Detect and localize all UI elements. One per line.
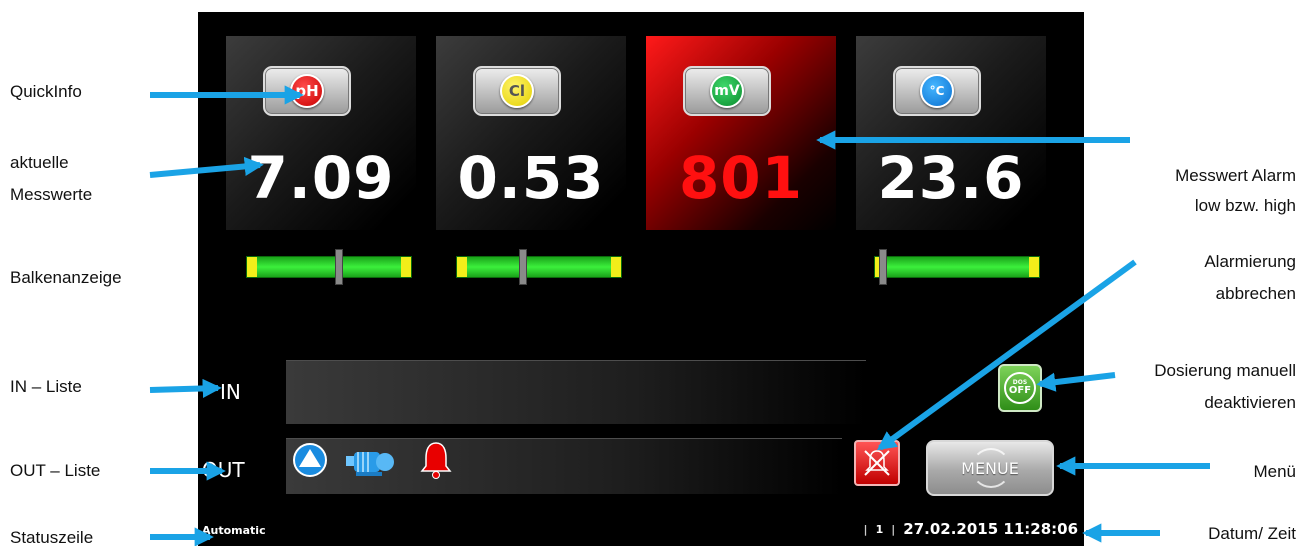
- alarm-cancel-icon: [864, 450, 890, 476]
- annotation-alarm-2: low bzw. high: [1194, 196, 1296, 215]
- bar-cl: [456, 249, 622, 285]
- bar-ph: [246, 249, 412, 285]
- annotation-dosierung-2: deaktivieren: [1204, 393, 1296, 412]
- annotation-statuszeile: Statuszeile: [10, 528, 94, 546]
- status-right: | 1 | 27.02.2015 11:28:06: [863, 520, 1078, 538]
- tile-mv: mV 801: [646, 36, 836, 230]
- bar-marker: [335, 249, 343, 285]
- annotation-alarm-1: Messwert Alarm: [1175, 166, 1296, 185]
- bar-marker: [519, 249, 527, 285]
- annotation-menu: Menü: [1253, 462, 1296, 481]
- value-mv: 801: [678, 144, 804, 212]
- redox-icon: mV: [710, 74, 744, 108]
- annotation-out-liste: OUT – Liste: [10, 461, 101, 480]
- ph-icon: pH: [290, 74, 324, 108]
- value-ph: 7.09: [247, 144, 395, 212]
- annotation-abbrechen-2: abbrechen: [1215, 284, 1296, 303]
- page-number: 1: [875, 522, 884, 536]
- datetime: 27.02.2015 11:28:06: [903, 520, 1078, 538]
- annotation-quickinfo: QuickInfo: [10, 82, 82, 101]
- menu-ring-icon: [971, 448, 1011, 488]
- thermometer-icon: °C: [920, 74, 954, 108]
- value-temp: 23.6: [877, 144, 1025, 212]
- quickinfo-temp-button[interactable]: °C: [893, 66, 981, 116]
- pump-icon[interactable]: [344, 446, 396, 478]
- dosing-off-button[interactable]: DOS OFF: [998, 364, 1042, 412]
- annotation-dosierung-1: Dosierung manuell: [1154, 361, 1296, 380]
- device-screen: pH 7.09 Cl 0.53 mV 801 °C 23.6 IN OUT DO…: [198, 12, 1084, 546]
- tile-temp: °C 23.6: [856, 36, 1046, 230]
- bar-marker: [879, 249, 887, 285]
- annotation-messwerte-2: Messwerte: [10, 185, 93, 204]
- annotation-balken: Balkenanzeige: [10, 268, 122, 287]
- annotation-abbrechen-1: Alarmierung: [1204, 252, 1296, 271]
- quickinfo-ph-button[interactable]: pH: [263, 66, 351, 116]
- status-mode: Automatic: [202, 524, 266, 537]
- dosing-off-icon: DOS OFF: [1004, 372, 1036, 404]
- level-triangle-icon[interactable]: [292, 442, 328, 478]
- in-label: IN: [220, 380, 241, 404]
- quickinfo-mv-button[interactable]: mV: [683, 66, 771, 116]
- tile-cl: Cl 0.53: [436, 36, 626, 230]
- chlorine-icon: Cl: [500, 74, 534, 108]
- annotation-messwerte-1: aktuelle: [10, 153, 69, 172]
- annotation-datum: Datum/ Zeit: [1208, 524, 1296, 543]
- alarm-cancel-button[interactable]: [854, 440, 900, 486]
- tile-ph: pH 7.09: [226, 36, 416, 230]
- alarm-bell-icon[interactable]: [418, 440, 454, 480]
- out-label: OUT: [202, 458, 245, 482]
- menu-button[interactable]: MENUE: [926, 440, 1054, 496]
- annotation-in-liste: IN – Liste: [10, 377, 82, 396]
- bar-temp: [874, 249, 1040, 285]
- quickinfo-cl-button[interactable]: Cl: [473, 66, 561, 116]
- value-cl: 0.53: [457, 144, 605, 212]
- in-list[interactable]: [286, 360, 866, 424]
